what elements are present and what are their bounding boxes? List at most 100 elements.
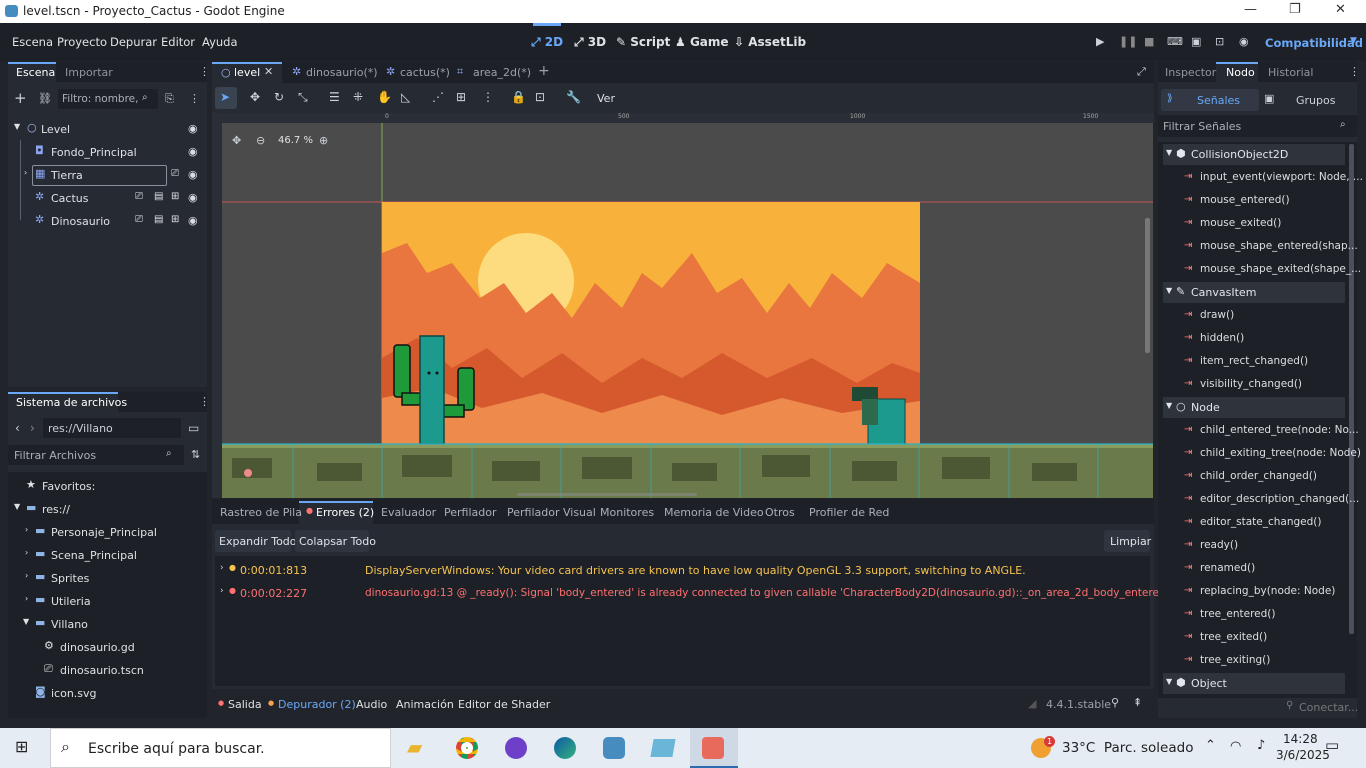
tree-node-fondo-principal[interactable]: ◘ Fondo_Principal ◉: [8, 142, 207, 162]
group-icon[interactable]: ⊞: [171, 192, 179, 202]
workspace-script[interactable]: ✎ Script: [616, 35, 670, 49]
eye-visible-icon[interactable]: ◉: [188, 146, 202, 160]
eye-visible-icon[interactable]: ◉: [188, 192, 202, 206]
collapse-arrow-icon[interactable]: ▼: [23, 618, 29, 626]
move-tool-icon[interactable]: ✥: [250, 91, 260, 103]
expand-arrow-icon[interactable]: ›: [25, 549, 28, 557]
signal-item[interactable]: ready(): [1200, 539, 1238, 551]
signal-item[interactable]: renamed(): [1200, 562, 1255, 574]
scene-filter-input[interactable]: Filtro: nombre, t ⌕: [58, 89, 158, 109]
clear-button[interactable]: Limpiar: [1110, 535, 1151, 548]
connect-button[interactable]: Conectar...: [1299, 701, 1358, 714]
signal-item[interactable]: hidden(): [1200, 332, 1244, 344]
tab-cactus[interactable]: cactus(*): [400, 66, 450, 79]
tab-inspector[interactable]: Inspector: [1165, 66, 1216, 79]
taskbar-search-box[interactable]: ⌕ Escribe aquí para buscar.: [50, 728, 391, 768]
signal-item[interactable]: mouse_exited(): [1200, 217, 1281, 229]
forward-arrow-icon[interactable]: ›: [30, 422, 35, 434]
tab-area2d[interactable]: area_2d(*): [473, 66, 531, 79]
list-select-icon[interactable]: ☰: [329, 91, 340, 103]
smart-snap-icon[interactable]: ⋰: [432, 91, 444, 103]
tab-depurador[interactable]: Depurador (2): [278, 698, 356, 711]
collapse-arrow-icon[interactable]: ▼: [1166, 402, 1172, 410]
signals-scrollbar[interactable]: [1349, 144, 1354, 634]
tab-monitores[interactable]: Monitores: [600, 506, 654, 519]
pivot-tool-icon[interactable]: ⁜: [353, 91, 363, 103]
expand-arrow-icon[interactable]: ›: [220, 587, 224, 596]
sort-icon[interactable]: ⇅: [191, 449, 200, 460]
tab-grupos[interactable]: Grupos: [1296, 94, 1335, 107]
tab-audio[interactable]: Audio: [356, 698, 387, 711]
tab-historial[interactable]: Historial: [1268, 66, 1313, 79]
signal-item[interactable]: child_order_changed(): [1200, 470, 1317, 482]
menu-escena[interactable]: Escena: [12, 35, 53, 49]
signal-class-header[interactable]: ▼ ⬢ Object: [1163, 673, 1345, 694]
expand-arrow-icon[interactable]: ›: [25, 572, 28, 580]
fs-folder[interactable]: › ▬ Sprites: [8, 568, 207, 588]
weather-text[interactable]: 33°C Parc. soleado: [1062, 740, 1193, 756]
center-view-icon[interactable]: ✥: [232, 135, 241, 146]
minimize-button[interactable]: —: [1244, 2, 1257, 17]
rotate-tool-icon[interactable]: ↻: [274, 91, 284, 103]
dock-menu-icon[interactable]: ⋮: [199, 66, 210, 77]
eye-visible-icon[interactable]: ◉: [188, 123, 202, 137]
signal-item[interactable]: mouse_shape_exited(shape_...: [1200, 263, 1361, 275]
group-icon[interactable]: ⊡: [535, 91, 545, 103]
workspace-3d[interactable]: ⤢ 3D: [574, 35, 606, 49]
file-explorer-icon[interactable]: ▰: [407, 737, 422, 757]
signal-item[interactable]: mouse_entered(): [1200, 194, 1290, 206]
tree-node-tierra[interactable]: › ▦ Tierra ⎚ ◉: [8, 165, 207, 186]
expand-panel-icon[interactable]: ⇞: [1133, 697, 1142, 708]
clapper-icon[interactable]: ⎚: [135, 215, 143, 225]
pin-icon[interactable]: ⚲: [1111, 697, 1119, 708]
error-row[interactable]: › ● 0:00:01:813 DisplayServerWindows: Yo…: [215, 560, 1150, 580]
fs-file[interactable]: ⚙ dinosaurio.gd: [8, 637, 207, 657]
chevron-down-icon[interactable]: ▼: [1350, 37, 1357, 46]
tab-importar[interactable]: Importar: [65, 66, 113, 79]
play-scene-icon[interactable]: ▣: [1191, 36, 1201, 47]
signal-item[interactable]: editor_state_changed(): [1200, 516, 1322, 528]
godot-taskbar-icon[interactable]: [603, 737, 625, 759]
select-tool-icon[interactable]: ➤: [220, 91, 230, 103]
play-icon[interactable]: ▶: [1096, 36, 1104, 47]
tab-otros[interactable]: Otros: [765, 506, 795, 519]
script-icon[interactable]: ▤: [154, 192, 163, 202]
grid-snap-icon[interactable]: ⊞: [456, 91, 466, 103]
zoom-level[interactable]: 46.7 %: [278, 135, 313, 146]
back-arrow-icon[interactable]: ‹: [15, 422, 20, 434]
tab-animacion[interactable]: Animación: [396, 698, 454, 711]
group-icon[interactable]: ⊞: [171, 215, 179, 225]
expand-arrow-icon[interactable]: ›: [25, 526, 28, 534]
signal-item[interactable]: replacing_by(node: Node): [1200, 585, 1335, 597]
tree-node-dinosaurio[interactable]: ✲ Dinosaurio ⎚ ▤ ⊞ ◉: [8, 211, 207, 231]
close-window-button[interactable]: ✕: [1335, 2, 1346, 17]
scene-options-icon[interactable]: ⋮: [189, 93, 200, 104]
view-menu[interactable]: Ver: [597, 92, 615, 105]
fs-folder[interactable]: › ▬ Scena_Principal: [8, 545, 207, 565]
edge-icon[interactable]: [554, 737, 576, 759]
fs-filter-input[interactable]: Filtrar Archivos ⌕: [8, 445, 184, 465]
script-icon[interactable]: ▤: [154, 215, 163, 225]
fs-folder-villano[interactable]: ▼ ▬ Villano: [8, 614, 207, 634]
signal-item[interactable]: item_rect_changed(): [1200, 355, 1308, 367]
collapse-arrow-icon[interactable]: ▼: [14, 503, 20, 511]
signal-item[interactable]: input_event(viewport: Node, ...: [1200, 171, 1363, 183]
lock-icon[interactable]: 🔒: [511, 91, 526, 103]
viewport-scrollbar[interactable]: [1145, 218, 1150, 353]
pause-icon[interactable]: ❚❚: [1119, 36, 1137, 47]
skeleton-icon[interactable]: 🔧: [566, 91, 581, 103]
distraction-free-icon[interactable]: ⤢: [1137, 66, 1146, 77]
tree-node-cactus[interactable]: ✲ Cactus ⎚ ▤ ⊞ ◉: [8, 188, 207, 208]
workspace-game[interactable]: ♟ Game: [675, 35, 729, 49]
tab-sistema-archivos[interactable]: Sistema de archivos: [16, 396, 127, 409]
zoom-out-icon[interactable]: ⊖: [256, 135, 265, 146]
wifi-icon[interactable]: ◠: [1230, 740, 1241, 753]
expand-arrow-icon[interactable]: ›: [24, 169, 27, 177]
fs-file[interactable]: ⎚ dinosaurio.tscn: [8, 660, 207, 680]
fs-favorites[interactable]: ★ Favoritos:: [8, 476, 207, 496]
volume-icon[interactable]: ♪: [1257, 739, 1265, 752]
menu-proyecto[interactable]: Proyecto: [57, 35, 107, 49]
stop-icon[interactable]: ■: [1144, 36, 1154, 47]
tab-senales[interactable]: Señales: [1197, 94, 1240, 107]
fs-file[interactable]: ◙ icon.svg: [8, 683, 207, 703]
